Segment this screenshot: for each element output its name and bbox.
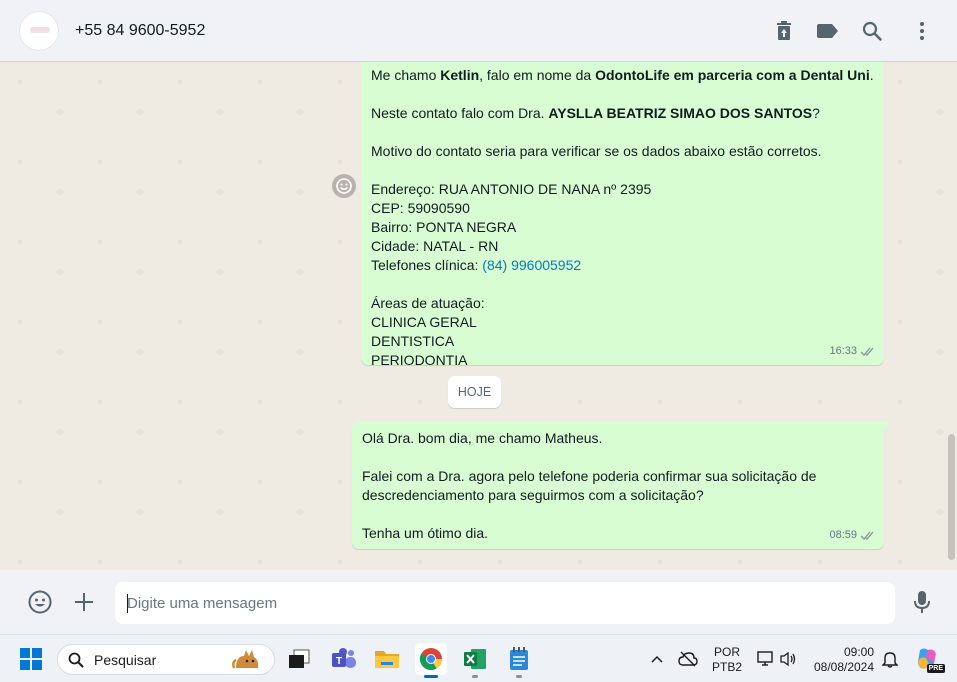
emoji-icon[interactable] xyxy=(26,588,54,616)
message-line: Telefones clínica: (84) 996005952 xyxy=(371,257,582,273)
copilot-badge: PRE xyxy=(926,664,945,673)
message-line xyxy=(371,275,874,294)
contact-avatar[interactable] xyxy=(19,11,59,51)
message-meta: 08:59 xyxy=(829,526,876,545)
message-line: DENTISTICA xyxy=(371,333,455,349)
message-meta: 16:33 xyxy=(829,342,876,361)
message-line: Endereço: RUA ANTONIO DE NANA nº 2395 xyxy=(371,181,652,197)
message-line xyxy=(371,85,874,104)
message-line xyxy=(362,505,874,524)
contact-name[interactable]: +55 84 9600-5952 xyxy=(75,22,205,40)
windows-taskbar: Pesquisar T POR PTB2 09:00 08/08/2024 PR… xyxy=(0,634,957,682)
message-line xyxy=(371,161,874,180)
message-input[interactable] xyxy=(115,582,895,624)
clock-time: 09:00 xyxy=(843,645,874,659)
keyboard-layout: PTB2 xyxy=(711,660,742,674)
language-code: POR xyxy=(713,645,740,659)
message-line: CLINICA GERAL xyxy=(371,314,477,330)
microphone-icon[interactable] xyxy=(908,588,936,616)
message-line: PERIODONTIA xyxy=(371,352,468,368)
attach-plus-icon[interactable] xyxy=(70,588,98,616)
chrome-icon[interactable] xyxy=(415,643,447,678)
message-line xyxy=(362,448,874,467)
search-label: Pesquisar xyxy=(94,652,157,668)
excel-icon[interactable] xyxy=(459,643,491,678)
message-text: Olá Dra. bom dia, me chamo Matheus. Falei… xyxy=(362,429,874,543)
teams-icon[interactable]: T xyxy=(328,643,360,675)
search-icon[interactable] xyxy=(859,18,885,44)
text-caret xyxy=(127,594,128,613)
message-bubble-outgoing[interactable]: Olá Dra. bom dia, me chamo Matheus. Falei… xyxy=(352,421,891,549)
taskbar-search[interactable]: Pesquisar xyxy=(57,644,275,675)
double-check-icon xyxy=(860,531,874,540)
cloud-offline-icon[interactable] xyxy=(672,643,704,675)
message-text: Me chamo Ketlin, falo em nome da OdontoL… xyxy=(371,66,874,370)
chevron-up-icon[interactable] xyxy=(641,643,673,675)
message-line: CEP: 59090590 xyxy=(371,200,470,216)
phone-link[interactable]: (84) 996005952 xyxy=(482,257,581,273)
message-line: Motivo do contato seria para verificar s… xyxy=(371,143,822,159)
message-line: Neste contato falo com Dra. AYSLLA BEATR… xyxy=(371,105,820,121)
menu-icon[interactable] xyxy=(909,18,935,44)
message-time: 16:33 xyxy=(829,345,857,357)
message-line: descredenciamento para seguirmos com a s… xyxy=(362,487,704,503)
cat-illustration-icon xyxy=(232,650,259,669)
notepad-icon[interactable] xyxy=(503,643,535,678)
windows-start-icon[interactable] xyxy=(15,643,47,675)
message-line: Olá Dra. bom dia, me chamo Matheus. xyxy=(362,430,603,446)
chat-scrollbar[interactable] xyxy=(948,434,955,560)
clock-date: 08/08/2024 xyxy=(813,660,875,674)
message-line: Tenha um ótimo dia. xyxy=(362,525,489,541)
copilot-icon[interactable]: PRE xyxy=(911,643,945,675)
react-emoji-icon[interactable] xyxy=(332,174,356,198)
message-line: Me chamo Ketlin, falo em nome da OdontoL… xyxy=(371,67,874,83)
message-line: Falei com a Dra. agora pelo telefone pod… xyxy=(362,468,817,484)
volume-icon[interactable] xyxy=(772,643,804,675)
message-line xyxy=(371,123,874,142)
message-line: Cidade: NATAL - RN xyxy=(371,238,499,254)
double-check-icon xyxy=(860,347,874,356)
file-explorer-icon[interactable] xyxy=(371,643,403,675)
message-time: 08:59 xyxy=(829,529,857,541)
system-clock[interactable]: 09:00 08/08/2024 xyxy=(808,645,880,675)
input-language[interactable]: POR PTB2 xyxy=(708,645,746,675)
label-icon[interactable] xyxy=(815,18,841,44)
message-composer xyxy=(0,570,957,634)
task-view-icon[interactable] xyxy=(283,643,315,675)
chat-header: +55 84 9600-5952 xyxy=(0,0,957,62)
svg-text:T: T xyxy=(336,656,342,667)
delete-icon[interactable] xyxy=(771,18,797,44)
search-icon xyxy=(68,652,84,668)
notification-bell-icon[interactable] xyxy=(874,643,906,675)
message-line: Bairro: PONTA NEGRA xyxy=(371,219,517,235)
conversation-panel[interactable]: Me chamo Ketlin, falo em nome da OdontoL… xyxy=(0,62,957,570)
message-line: Áreas de atuação: xyxy=(371,295,485,311)
date-divider: HOJE xyxy=(448,376,501,408)
message-bubble-outgoing[interactable]: Me chamo Ketlin, falo em nome da OdontoL… xyxy=(361,62,884,368)
